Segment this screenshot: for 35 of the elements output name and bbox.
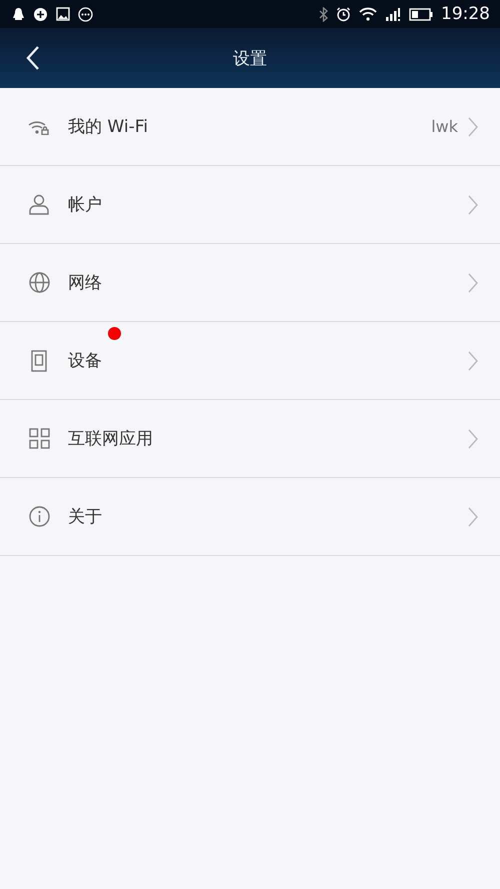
chevron-icon xyxy=(468,428,478,448)
back-icon xyxy=(26,45,40,71)
settings-row[interactable]: 互联网应用 xyxy=(0,400,500,478)
row-label: 关于 xyxy=(68,506,102,528)
alarm-icon xyxy=(336,6,351,22)
row-label: 网络 xyxy=(68,272,102,294)
status-time: 19:28 xyxy=(441,4,490,24)
bluetooth-icon xyxy=(319,6,328,22)
image-icon xyxy=(56,7,70,21)
settings-row[interactable]: 帐户 xyxy=(0,166,500,244)
chevron-icon xyxy=(468,116,478,136)
settings-row[interactable]: 我的 Wi-Fi lwk xyxy=(0,88,500,166)
chevron-icon xyxy=(468,194,478,214)
info-icon xyxy=(28,506,50,527)
settings-row[interactable]: 关于 xyxy=(0,478,500,556)
chevron-icon xyxy=(468,350,478,370)
globe-icon xyxy=(28,272,50,293)
person-icon xyxy=(29,194,49,215)
settings-row[interactable]: 设备 xyxy=(0,322,500,400)
wifi-icon xyxy=(359,7,377,21)
settings-row[interactable]: 网络 xyxy=(0,244,500,322)
row-label: 互联网应用 xyxy=(68,428,153,450)
row-value: lwk xyxy=(431,117,458,136)
grid-icon xyxy=(28,428,50,449)
row-label: 帐户 xyxy=(68,194,102,216)
battery-icon xyxy=(409,8,433,20)
wifi-lock-icon xyxy=(28,118,50,134)
chevron-icon xyxy=(468,506,478,526)
chevron-icon xyxy=(468,272,478,292)
more-icon xyxy=(78,6,93,22)
page-title: 设置 xyxy=(233,48,267,70)
row-label: 我的 Wi-Fi xyxy=(68,116,148,138)
signal-icon xyxy=(385,7,401,21)
device-icon xyxy=(31,350,47,372)
row-label: 设备 xyxy=(68,350,102,372)
